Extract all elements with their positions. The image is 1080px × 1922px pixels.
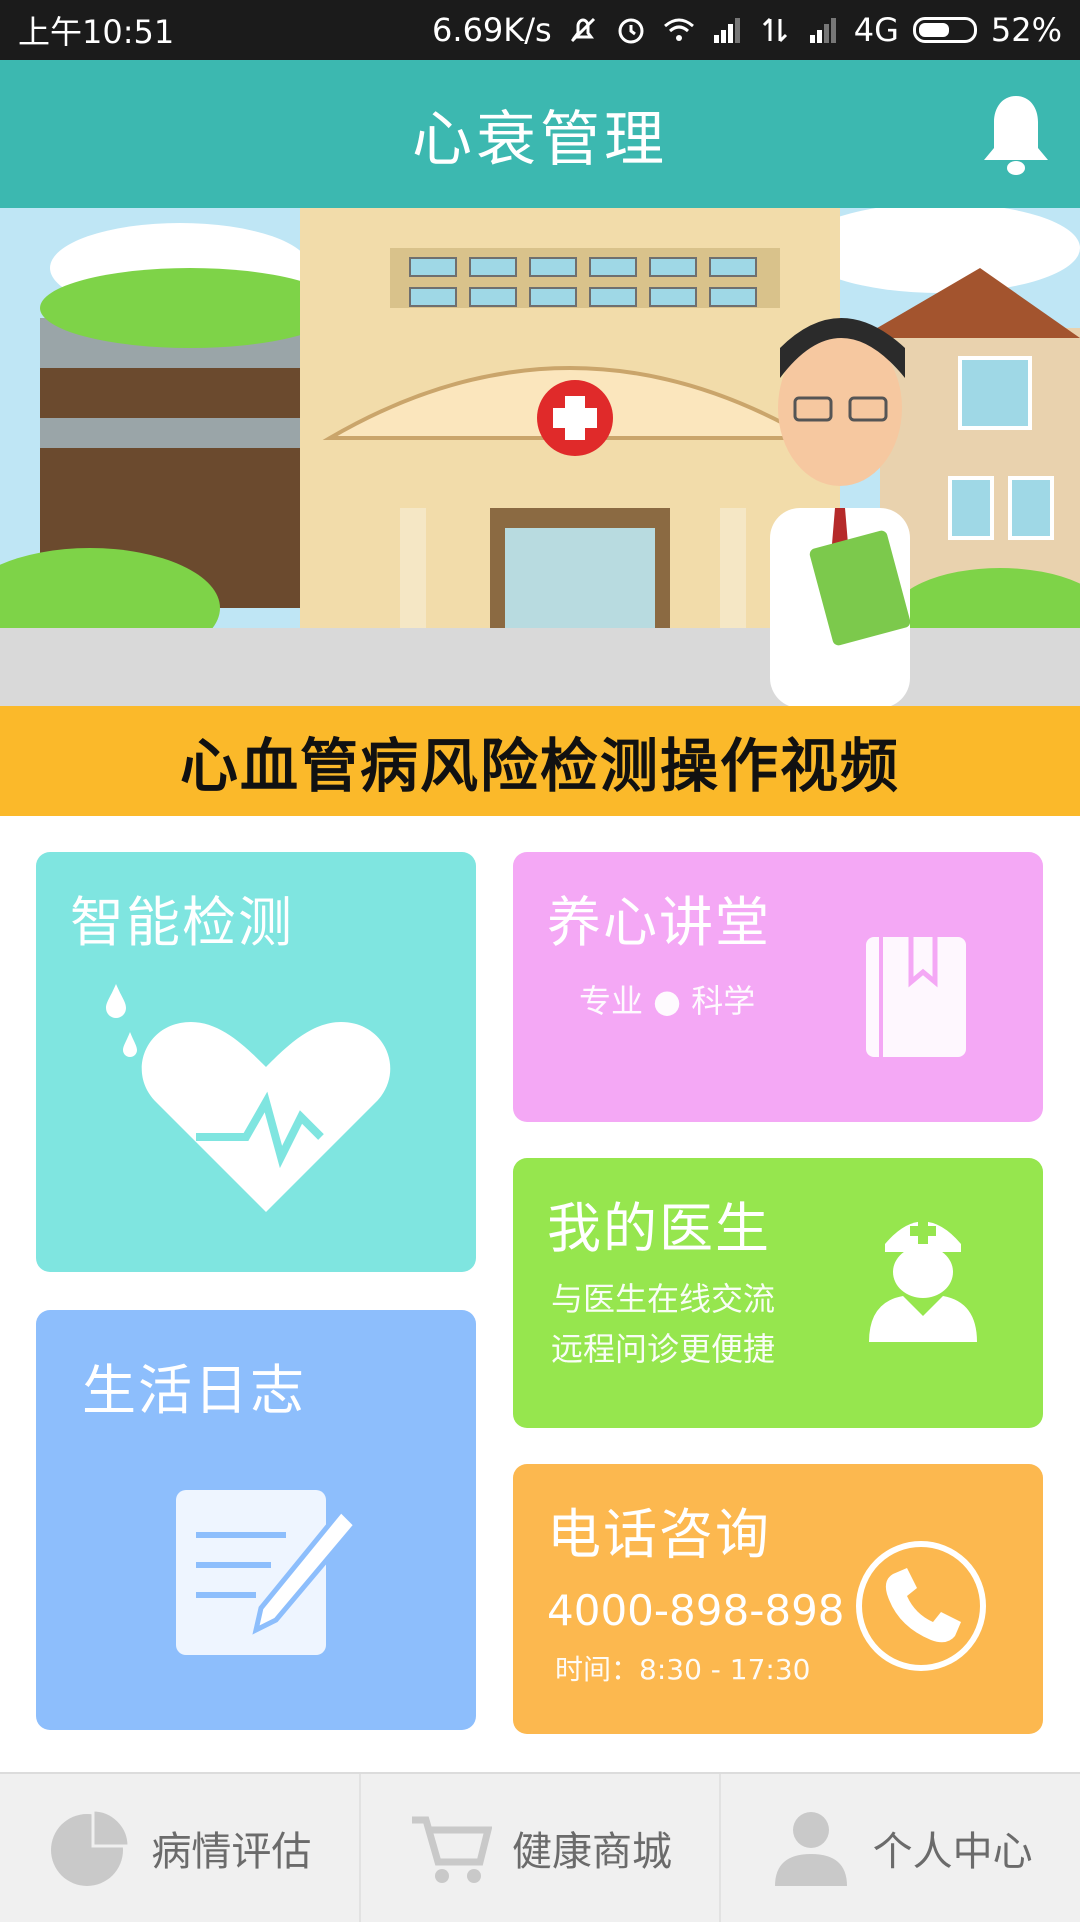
nav-label: 健康商城	[512, 1829, 672, 1875]
banner-caption: 心血管病风险检测操作视频	[0, 706, 1080, 816]
phone-icon	[856, 1541, 986, 1671]
phone-number[interactable]: 4000-898-898	[547, 1586, 845, 1635]
wifi-icon	[663, 18, 694, 41]
card-title: 生活日志	[82, 1359, 306, 1422]
life-log-card[interactable]: 生活日志	[36, 1310, 476, 1730]
heart-icon	[106, 984, 391, 1212]
nav-label: 病情评估	[151, 1829, 312, 1875]
status-time: 上午10:51	[18, 13, 175, 51]
signal-icon	[713, 18, 740, 43]
app-header: 心衰管理	[0, 60, 1080, 208]
nav-profile[interactable]: 个人中心	[721, 1774, 1080, 1922]
note-edit-icon	[176, 1490, 360, 1655]
service-hours: 时间：8:30 - 17:30	[555, 1653, 811, 1686]
red-cross-icon	[537, 380, 613, 456]
feature-grid: 智能检测 养心讲堂 专业 ● 科学 我的医生 与医生在线交流 远程问诊更便捷 生…	[0, 816, 1080, 1772]
hospital-illustration	[0, 208, 1080, 708]
battery-fill	[918, 23, 950, 37]
nav-shop[interactable]: 健康商城	[361, 1774, 722, 1922]
card-subtitle: 专业 ● 科学	[579, 982, 756, 1020]
my-doctor-card[interactable]: 我的医生 与医生在线交流 远程问诊更便捷	[513, 1158, 1043, 1428]
battery-icon	[912, 17, 977, 43]
alarm-icon	[618, 18, 644, 44]
network-speed: 6.69K/s	[432, 11, 552, 49]
pie-chart-icon	[51, 1808, 131, 1886]
doctor-icon	[869, 1218, 977, 1342]
status-bar: 上午10:51 6.69K/s 4G 52%	[0, 0, 1080, 60]
banner-carousel[interactable]: 心血管病风险检测操作视频	[0, 208, 1080, 816]
card-title: 我的医生	[547, 1197, 771, 1260]
signal-icon-2	[809, 18, 836, 43]
card-line-1: 与医生在线交流	[551, 1280, 776, 1318]
phone-consult-card[interactable]: 电话咨询 4000-898-898 时间：8:30 - 17:30	[513, 1464, 1043, 1734]
card-line-2: 远程问诊更便捷	[551, 1330, 776, 1368]
card-title: 养心讲堂	[547, 891, 771, 954]
person-icon	[774, 1812, 847, 1886]
doctor-illustration	[770, 318, 911, 708]
book-icon	[866, 937, 966, 1057]
nav-assessment[interactable]: 病情评估	[0, 1774, 361, 1922]
mute-icon	[570, 17, 595, 43]
bottom-navigation: 病情评估 健康商城 个人中心	[0, 1772, 1080, 1922]
data-transfer-icon	[762, 17, 787, 43]
bell-icon[interactable]	[978, 92, 1054, 178]
card-title: 电话咨询	[547, 1503, 771, 1566]
nav-label: 个人中心	[872, 1829, 1033, 1875]
heart-class-card[interactable]: 养心讲堂 专业 ● 科学	[513, 852, 1043, 1122]
cart-icon	[412, 1816, 492, 1883]
network-type: 4G	[853, 11, 899, 49]
smart-detection-card[interactable]: 智能检测	[36, 852, 476, 1272]
status-indicators: 6.69K/s 4G 52%	[432, 11, 1062, 49]
battery-percent: 52%	[990, 11, 1062, 49]
page-title: 心衰管理	[412, 104, 668, 175]
card-title: 智能检测	[70, 891, 294, 954]
